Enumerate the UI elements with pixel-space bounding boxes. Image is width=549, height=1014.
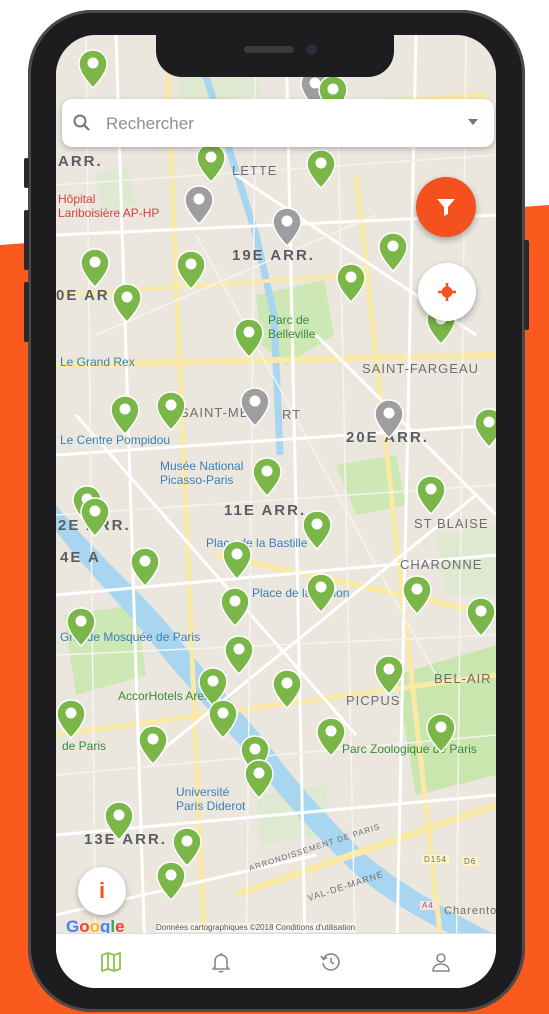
map-pin-green[interactable] [156, 861, 186, 901]
map-label-hopital: Hôpital [58, 192, 96, 206]
map-pin-gray[interactable] [240, 387, 270, 427]
map-pin-green[interactable] [244, 759, 274, 799]
phone-screen: ARR. 0E AR 2E ARR. 4E A 19E ARR. 20E ARR… [56, 35, 496, 988]
nav-profile[interactable] [419, 940, 463, 984]
map-pin-green[interactable] [80, 248, 110, 288]
filter-icon [437, 199, 455, 216]
phone-notch [156, 35, 394, 77]
map-label-arr-partial-2: 0E AR [56, 287, 110, 304]
map-pin-gray[interactable] [272, 207, 302, 247]
user-icon [432, 952, 450, 972]
search-input[interactable] [104, 111, 448, 137]
map-pin-green[interactable] [336, 263, 366, 303]
map-label-charenton: Charenton [444, 905, 496, 917]
map-pin-green[interactable] [306, 149, 336, 189]
map-pin-green[interactable] [138, 725, 168, 765]
map-pin-green[interactable] [402, 575, 432, 615]
map-pin-green[interactable] [416, 475, 446, 515]
map-pin-green[interactable] [110, 395, 140, 435]
map-label-arr-partial: ARR. [58, 153, 103, 170]
map-pin-green[interactable] [112, 283, 142, 323]
map-pin-green[interactable] [378, 232, 408, 272]
map-pin-green[interactable] [176, 250, 206, 290]
map-label-19e: 19E ARR. [232, 247, 315, 264]
map-attribution[interactable]: Données cartographiques ©2018 Conditions… [156, 923, 356, 932]
map-label-parc-zoologique: Parc Zoologique de Paris [342, 742, 477, 756]
map-pin-green[interactable] [208, 699, 238, 739]
map-pin-gray[interactable] [374, 399, 404, 439]
map-pin-green[interactable] [222, 540, 252, 580]
map-pin-green[interactable] [316, 717, 346, 757]
bell-icon [212, 952, 230, 973]
map-pin-green[interactable] [466, 597, 496, 637]
info-icon: i [98, 878, 106, 903]
map-label-lariboisiere: Lariboisière AP-HP [58, 206, 160, 220]
map-pin-green[interactable] [302, 510, 332, 550]
map-pin-green[interactable] [272, 669, 302, 709]
map-pin-green[interactable] [56, 699, 86, 739]
map-label-grand-rex: Le Grand Rex [60, 355, 135, 369]
map-label-charonne: CHARONNE [400, 557, 483, 572]
map-pin-gray[interactable] [184, 185, 214, 225]
bottom-navigation [56, 933, 496, 988]
map-pin-green[interactable] [220, 587, 250, 627]
map-label-rt: RT [282, 407, 302, 422]
map-label-bel-air: BEL-AIR [434, 671, 492, 686]
nav-notifications[interactable] [199, 940, 243, 984]
map-label-arr-partial-4: 4E A [60, 549, 101, 566]
filter-button[interactable] [416, 177, 476, 237]
road-label-d154: D154 [422, 855, 450, 864]
map-pin-green[interactable] [130, 547, 160, 587]
road-label-a4: A4 [420, 901, 436, 910]
map-pin-green[interactable] [66, 607, 96, 647]
map-pin-green[interactable] [306, 573, 336, 613]
map-pin-green[interactable] [80, 497, 110, 537]
search-icon [73, 114, 90, 131]
info-button[interactable]: i [78, 867, 126, 915]
map-pin-green[interactable] [156, 391, 186, 431]
map-pin-green[interactable] [474, 408, 496, 448]
map-label-jardin-paris: de Paris [62, 739, 107, 753]
map-pin-green[interactable] [374, 655, 404, 695]
map-label-musee-picasso: Musée National Picasso-Paris [160, 459, 244, 487]
map-pin-green[interactable] [234, 318, 264, 358]
map-pin-green[interactable] [224, 635, 254, 675]
map-pin-green[interactable] [196, 143, 226, 183]
road-label-d6: D6 [462, 857, 479, 866]
map-label-11e: 11E ARR. [224, 502, 307, 519]
map-label-saint-fargeau: SAINT-FARGEAU [362, 361, 480, 376]
map-icon [101, 951, 121, 972]
map-label-st-blaise: ST BLAISE [414, 516, 489, 531]
locate-button[interactable] [418, 263, 476, 321]
map-label-centre-pompidou: Le Centre Pompidou [60, 433, 171, 447]
nav-history[interactable] [309, 940, 353, 984]
map-pin-green[interactable] [104, 801, 134, 841]
map-label-picpus: PICPUS [346, 693, 401, 708]
chevron-down-icon[interactable] [468, 119, 478, 125]
map-label-parc-belleville: Parc de Belleville [268, 313, 316, 341]
nav-map[interactable] [89, 940, 133, 984]
map-pin-green[interactable] [252, 457, 282, 497]
gps-icon [438, 283, 456, 301]
map-pin-green[interactable] [426, 713, 456, 753]
search-bar[interactable] [62, 99, 494, 147]
history-icon [320, 952, 340, 971]
map-label-lette: LETTE [232, 163, 278, 178]
map-pin-green[interactable] [78, 49, 108, 89]
